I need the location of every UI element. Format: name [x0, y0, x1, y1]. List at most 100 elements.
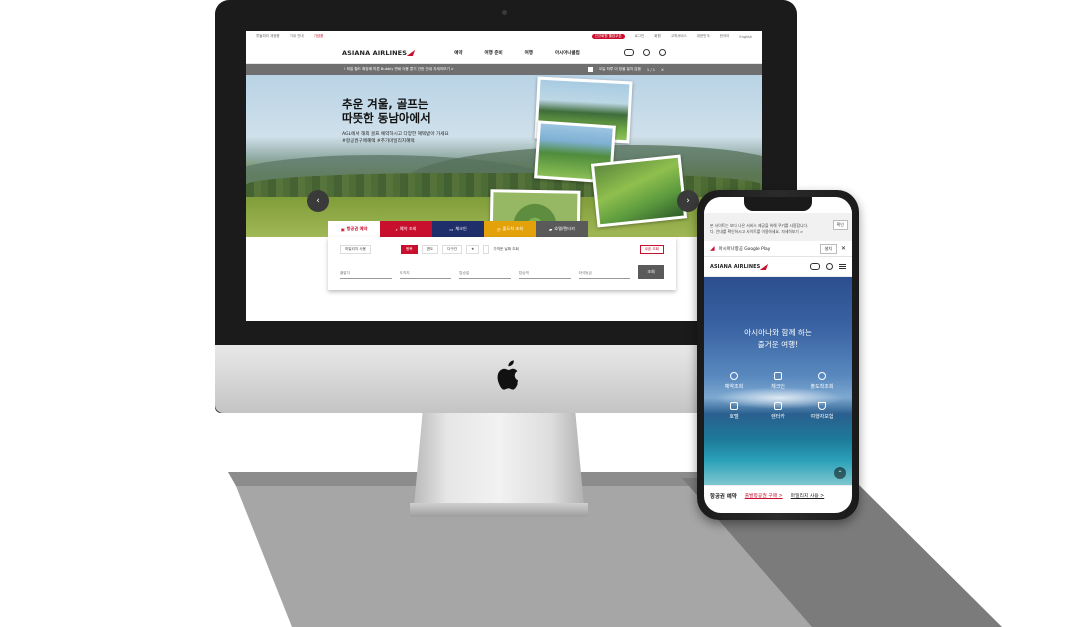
boarding-pass-icon: ▭ — [449, 226, 454, 232]
clock-icon: ◷ — [496, 226, 501, 232]
utility-bar: 루돌피미 계정왕 기내 안내 기념품 신규회원 웰컴쿠폰 로그인 회원 고객서비… — [246, 31, 762, 42]
slide-next-button[interactable]: › — [677, 190, 699, 212]
user-icon[interactable] — [826, 263, 833, 270]
nav-item-travel[interactable]: 여행 — [525, 50, 533, 56]
app-icon: ◢ — [710, 245, 715, 252]
slide-prev-button[interactable]: ‹ — [307, 190, 329, 212]
quick-item-rental-car[interactable]: 렌터카 — [756, 402, 800, 420]
notice-pager: 1 / 1 — [646, 67, 655, 72]
cookie-notice: 본 사이트는 보다 나은 서비스 제공을 위해 쿠키를 사용합니다. 다. 안내… — [704, 213, 852, 241]
brand-logo[interactable]: ASIANA AIRLINES ◢ — [710, 262, 769, 271]
notice-text[interactable]: ! 최일 월드 확장에 따른 Bubbly 변쇄 이용 뿐기 관한 안내 자세히… — [344, 67, 454, 72]
desktop-screen: 루돌피미 계정왕 기내 안내 기념품 신규회원 웰컴쿠폰 로그인 회원 고객서비… — [246, 31, 762, 321]
install-button[interactable]: 설치 — [819, 243, 837, 254]
quick-item-hotel[interactable]: 호텔 — [712, 402, 756, 420]
notice-check-label: 오늘 하루 이 창을 열지 않음 — [598, 67, 641, 71]
search-icon — [730, 372, 738, 380]
user-icon[interactable] — [643, 49, 650, 56]
quick-label: 예약조회 — [724, 384, 744, 390]
customer-service-link[interactable]: 고객서비스 — [671, 34, 687, 39]
tab-label: 항공권 예약 — [346, 226, 368, 231]
search-icon[interactable] — [659, 49, 666, 56]
hero-title: 추운 겨울, 골프는 따뜻한 동남아에서 — [342, 97, 431, 125]
tab-hotel-rental[interactable]: ▰ 호텔/렌터카 — [536, 221, 588, 237]
tab-flight-booking[interactable]: ▣ 항공권 예약 — [328, 221, 380, 237]
menu-icon[interactable] — [839, 264, 846, 269]
tab-label: 출도착 조회 — [502, 226, 524, 231]
quick-item-insurance[interactable]: 여행자보험 — [800, 402, 844, 420]
imac-stand-foot — [410, 503, 588, 517]
tab-label: 호텔/렌터카 — [554, 226, 575, 231]
nav-item-travel-prep[interactable]: 여행 준비 — [485, 50, 503, 56]
departure-field[interactable]: 출발지 — [340, 271, 392, 279]
quick-item-checkin[interactable]: 체크인 — [756, 372, 800, 390]
hero-banner: 추운 겨울, 골프는 따뜻한 동남아에서 AGL에서 해외 골프 예약하시고 다… — [246, 75, 762, 237]
close-icon[interactable]: ✕ — [661, 68, 664, 72]
mobile-header: ASIANA AIRLINES ◢ — [704, 257, 852, 277]
tab-label: 예약 조회 — [399, 226, 417, 231]
wing-icon: ◢ — [406, 48, 416, 57]
close-icon[interactable]: ✕ — [841, 245, 846, 252]
quick-item-arrival-departure[interactable]: 출도착조회 — [800, 372, 844, 390]
multicity-button[interactable]: 다구간 — [442, 244, 463, 254]
hero-text: 추운 겨울, 골프는 따뜻한 동남아에서 AGL에서 해외 골프 예약하시고 다… — [342, 97, 449, 145]
passenger-field[interactable]: 탑승객 — [518, 271, 571, 279]
welcome-coupon-badge[interactable]: 신규회원 웰컴쿠폰 — [591, 34, 625, 39]
nav-item-club[interactable]: 아시아나클럽 — [555, 50, 580, 56]
quick-label: 호텔 — [729, 414, 739, 420]
util-item[interactable]: 루돌피미 계정왕 — [256, 34, 280, 39]
camera — [502, 10, 507, 15]
car-icon — [774, 402, 782, 410]
coupon-button[interactable]: 쿠폰 조회 — [639, 244, 664, 254]
class-field[interactable]: 좌석등급 — [578, 271, 631, 279]
mobile-booking-bar: 항공권 예약 출발항공권 구매 > 마일리지 사용 > — [704, 485, 852, 505]
region-select[interactable]: 대한민국 — [697, 34, 710, 39]
mileage-toggle[interactable]: 마일리지 사용 — [340, 244, 371, 254]
plane-icon[interactable] — [810, 263, 820, 270]
nearby-date-checkbox[interactable] — [483, 244, 490, 254]
booking-title: 항공권 예약 — [710, 493, 737, 500]
cookie-ok-button[interactable]: 확인 — [832, 220, 848, 230]
lang-english[interactable]: English — [739, 35, 752, 39]
quick-label: 체크인 — [771, 384, 785, 390]
mobile-hero: 아시아나와 함께 하는 즐거운 여행! 예약조회 체크인 출도착조회 호텔 렌터… — [704, 277, 852, 485]
mileage-link[interactable]: 마일리지 사용 > — [791, 492, 825, 499]
oneway-button[interactable]: 편도 — [421, 244, 439, 254]
booking-panel: 마일리지 사용 왕복 편도 다구간 ★ 가까운 날짜 조회 쿠폰 조회 출발지 … — [328, 237, 676, 290]
hotel-icon — [730, 402, 738, 410]
notice-checkbox[interactable] — [587, 67, 593, 72]
quick-label: 출도착조회 — [810, 384, 834, 390]
cookie-text: 본 사이트는 보다 나은 서비스 제공을 위해 쿠키를 사용합니다. 다. 안내… — [710, 223, 809, 234]
lang-korean[interactable]: 한국어 — [720, 34, 730, 39]
nav-item-booking[interactable]: 예약 — [454, 50, 462, 56]
mobile-hero-title: 아시아나와 함께 하는 즐거운 여행! — [744, 328, 812, 349]
golf-photo — [590, 154, 688, 228]
tab-booking-lookup[interactable]: ⌕ 예약 조회 — [380, 221, 432, 237]
login-link[interactable]: 로그인 — [635, 34, 645, 39]
star-icon[interactable]: ★ — [466, 244, 480, 254]
scroll-top-button[interactable]: ⌃ — [834, 467, 846, 479]
roundtrip-button[interactable]: 왕복 — [400, 244, 418, 254]
quick-item-booking-lookup[interactable]: 예약조회 — [712, 372, 756, 390]
nav-icons — [624, 49, 666, 56]
quick-label: 여행자보험 — [810, 414, 834, 420]
brand-name: ASIANA AIRLINES — [342, 48, 407, 57]
nearby-date-label: 가까운 날짜 조회 — [493, 246, 519, 251]
search-icon: ⌕ — [395, 226, 398, 232]
tab-arrival-departure[interactable]: ◷ 출도착 조회 — [484, 221, 536, 237]
buy-ticket-link[interactable]: 출발항공권 구매 > — [745, 492, 783, 499]
apple-logo-icon — [497, 360, 518, 390]
booking-options: 마일리지 사용 왕복 편도 다구간 ★ 가까운 날짜 조회 쿠폰 조회 — [340, 243, 664, 255]
arrival-field[interactable]: 도착지 — [399, 271, 452, 279]
signup-link[interactable]: 회원 — [654, 34, 660, 39]
date-field[interactable]: 탑승일 — [459, 271, 511, 279]
brand-logo[interactable]: ASIANA AIRLINES ◢ — [342, 48, 416, 57]
tab-checkin[interactable]: ▭ 체크인 — [432, 221, 484, 237]
notice-bar: ! 최일 월드 확장에 따른 Bubbly 변쇄 이용 뿐기 관한 안내 자세히… — [246, 64, 762, 75]
util-item[interactable]: 기내 안내 — [290, 34, 304, 39]
plane-icon[interactable] — [624, 49, 634, 56]
search-button[interactable]: 조회 — [638, 265, 665, 279]
brand-name: ASIANA AIRLINES — [710, 263, 761, 270]
booking-widget: ▣ 항공권 예약 ⌕ 예약 조회 ▭ 체크인 ◷ 출도착 조회 ▰ 호텔/렌터카 마일리지… — [328, 221, 676, 290]
util-item[interactable]: 기념품 — [314, 34, 324, 39]
